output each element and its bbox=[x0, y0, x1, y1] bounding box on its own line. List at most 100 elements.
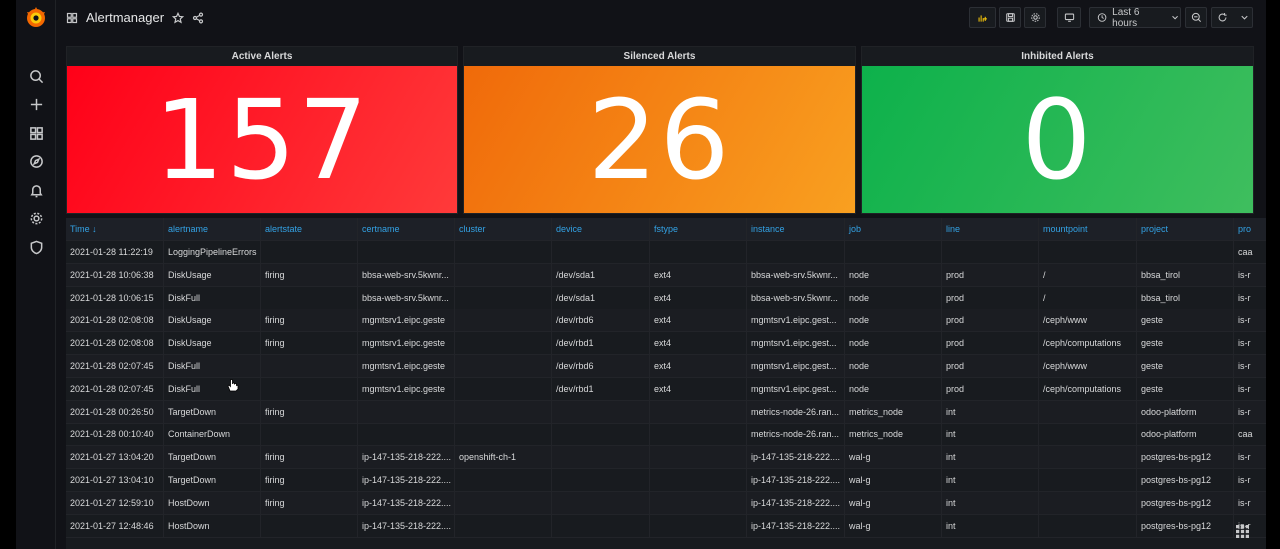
column-header[interactable]: cluster bbox=[455, 218, 552, 241]
column-header[interactable]: project bbox=[1137, 218, 1234, 241]
table-row[interactable]: 2021-01-28 11:22:19 LoggingPipelineErrors… bbox=[66, 241, 1266, 264]
table-cell bbox=[1039, 514, 1137, 538]
table-cell: postgres-bs-pg12 bbox=[1137, 446, 1234, 470]
zoom-out-button[interactable] bbox=[1185, 7, 1207, 28]
table-cell bbox=[455, 423, 552, 447]
active-alerts-panel[interactable]: Active Alerts 157 bbox=[66, 46, 458, 214]
table-cell bbox=[455, 491, 552, 515]
inhibited-alerts-panel[interactable]: Inhibited Alerts 0 bbox=[861, 46, 1254, 214]
table-cell: metrics_node bbox=[845, 400, 942, 424]
table-cell: wal-g bbox=[845, 491, 942, 515]
table-row[interactable]: 2021-01-28 02:07:45 DiskFull mgmtsrv1.eipc… bbox=[66, 355, 1266, 378]
configuration-icon[interactable] bbox=[26, 208, 46, 228]
table-cell: firing bbox=[261, 263, 358, 287]
column-header[interactable]: mountpoint bbox=[1039, 218, 1137, 241]
table-cell bbox=[358, 423, 455, 447]
table-cell: int bbox=[942, 469, 1039, 492]
table-cell: 2021-01-28 11:22:19 bbox=[66, 241, 164, 264]
table-cell: prod bbox=[942, 309, 1039, 333]
table-row[interactable]: 2021-01-28 00:26:50 TargetDown firing metri… bbox=[66, 400, 1266, 424]
table-row[interactable]: 2021-01-28 02:08:08 DiskUsage firing mgmtsr… bbox=[66, 332, 1266, 356]
table-cell bbox=[650, 400, 747, 424]
table-cell: node bbox=[845, 377, 942, 401]
time-picker-button[interactable]: Last 6 hours bbox=[1089, 7, 1181, 29]
table-cell: ip-147-135-218-222.... bbox=[358, 514, 455, 538]
dashboards-icon[interactable] bbox=[26, 123, 46, 143]
table-row[interactable]: 2021-01-28 02:08:08 DiskUsage firing mgmtsr… bbox=[66, 309, 1266, 333]
save-dashboard-button[interactable] bbox=[999, 7, 1021, 28]
table-row[interactable]: 2021-01-27 13:04:20 TargetDown firing ip-14… bbox=[66, 446, 1266, 470]
table-cell bbox=[455, 377, 552, 401]
table-cell bbox=[1039, 446, 1137, 470]
column-header[interactable]: Time ↓ bbox=[66, 218, 164, 241]
table-cell: ext4 bbox=[650, 332, 747, 356]
table-row[interactable]: 2021-01-28 10:06:38 DiskUsage firing bbsa-w… bbox=[66, 263, 1266, 287]
table-cell bbox=[650, 514, 747, 538]
stat-background: 157 bbox=[67, 66, 457, 213]
table-cell: DiskUsage bbox=[164, 263, 261, 287]
table-row[interactable]: 2021-01-27 13:04:10 TargetDown firing ip-14… bbox=[66, 469, 1266, 492]
table-cell: firing bbox=[261, 491, 358, 515]
silenced-alerts-panel[interactable]: Silenced Alerts 26 bbox=[463, 46, 856, 214]
table-cell: 2021-01-28 00:10:40 bbox=[66, 423, 164, 447]
table-row[interactable]: 2021-01-28 00:10:40 ContainerDown metrics-… bbox=[66, 423, 1266, 447]
table-row[interactable]: 2021-01-28 02:07:45 DiskFull mgmtsrv1.eipc… bbox=[66, 377, 1266, 401]
column-header[interactable]: fstype bbox=[650, 218, 747, 241]
table-cell bbox=[845, 241, 942, 264]
table-cell: mgmtsrv1.eipc.gest... bbox=[747, 355, 845, 378]
table-cell: metrics-node-26.ran... bbox=[747, 400, 845, 424]
plus-icon[interactable] bbox=[26, 94, 46, 114]
star-icon[interactable] bbox=[172, 11, 185, 24]
column-header[interactable]: certname bbox=[358, 218, 455, 241]
column-header[interactable]: line bbox=[942, 218, 1039, 241]
cycle-view-mode-button[interactable] bbox=[1057, 7, 1081, 28]
column-header[interactable]: pro bbox=[1234, 218, 1266, 241]
apps-grid-icon bbox=[1235, 524, 1249, 538]
table-cell: 2021-01-28 02:08:08 bbox=[66, 309, 164, 333]
clock-icon bbox=[1097, 13, 1107, 22]
column-header[interactable]: device bbox=[552, 218, 650, 241]
table-cell bbox=[650, 446, 747, 470]
table-cell bbox=[1137, 241, 1234, 264]
table-cell: int bbox=[942, 491, 1039, 515]
table-cell bbox=[1039, 491, 1137, 515]
table-cell: is-r bbox=[1234, 332, 1266, 355]
column-header[interactable]: alertstate bbox=[261, 218, 358, 241]
share-icon[interactable] bbox=[192, 12, 204, 24]
table-cell: firing bbox=[261, 309, 358, 333]
table-row[interactable]: 2021-01-27 12:59:10 HostDown firing ip-147-… bbox=[66, 491, 1266, 515]
table-cell: is-r bbox=[1234, 378, 1266, 401]
column-header[interactable]: alertname bbox=[164, 218, 261, 241]
table-row[interactable]: 2021-01-28 10:06:15 DiskFull bbsa-web-srv.… bbox=[66, 286, 1266, 310]
search-icon[interactable] bbox=[26, 66, 46, 86]
active-alerts-value: 157 bbox=[154, 75, 370, 204]
apps-grid-button[interactable] bbox=[1232, 521, 1252, 541]
table-cell: ext4 bbox=[650, 286, 747, 310]
table-cell: is-r bbox=[1234, 355, 1266, 378]
zoom-out-icon bbox=[1191, 12, 1201, 22]
dashboard-title[interactable]: Alertmanager bbox=[86, 10, 164, 25]
sort-descending-icon: ↓ bbox=[89, 224, 97, 234]
explore-icon[interactable] bbox=[26, 151, 46, 171]
table-cell: odoo-platform bbox=[1137, 423, 1234, 447]
table-cell: geste bbox=[1137, 355, 1234, 378]
table-cell: mgmtsrv1.eipc.gest... bbox=[747, 332, 845, 356]
table-cell: node bbox=[845, 332, 942, 356]
table-cell: int bbox=[942, 446, 1039, 470]
table-cell: mgmtsrv1.eipc.geste bbox=[358, 355, 455, 378]
table-cell: 2021-01-28 02:07:45 bbox=[66, 355, 164, 378]
add-panel-button[interactable] bbox=[969, 7, 996, 28]
column-header[interactable]: instance bbox=[747, 218, 845, 241]
dashboard-settings-button[interactable] bbox=[1024, 7, 1046, 28]
table-cell: TargetDown bbox=[164, 400, 261, 424]
shield-icon[interactable] bbox=[26, 237, 46, 257]
table-cell bbox=[650, 469, 747, 492]
column-header[interactable]: job bbox=[845, 218, 942, 241]
table-cell bbox=[1039, 400, 1137, 424]
table-row[interactable]: 2021-01-27 12:48:46 HostDown ip-147-135-21… bbox=[66, 514, 1266, 538]
alerting-icon[interactable] bbox=[26, 180, 46, 200]
refresh-button[interactable] bbox=[1211, 7, 1253, 28]
table-cell: caa bbox=[1234, 423, 1266, 446]
table-cell: bbsa-web-srv.5kwnr... bbox=[358, 263, 455, 287]
grafana-logo-icon[interactable] bbox=[24, 6, 48, 30]
